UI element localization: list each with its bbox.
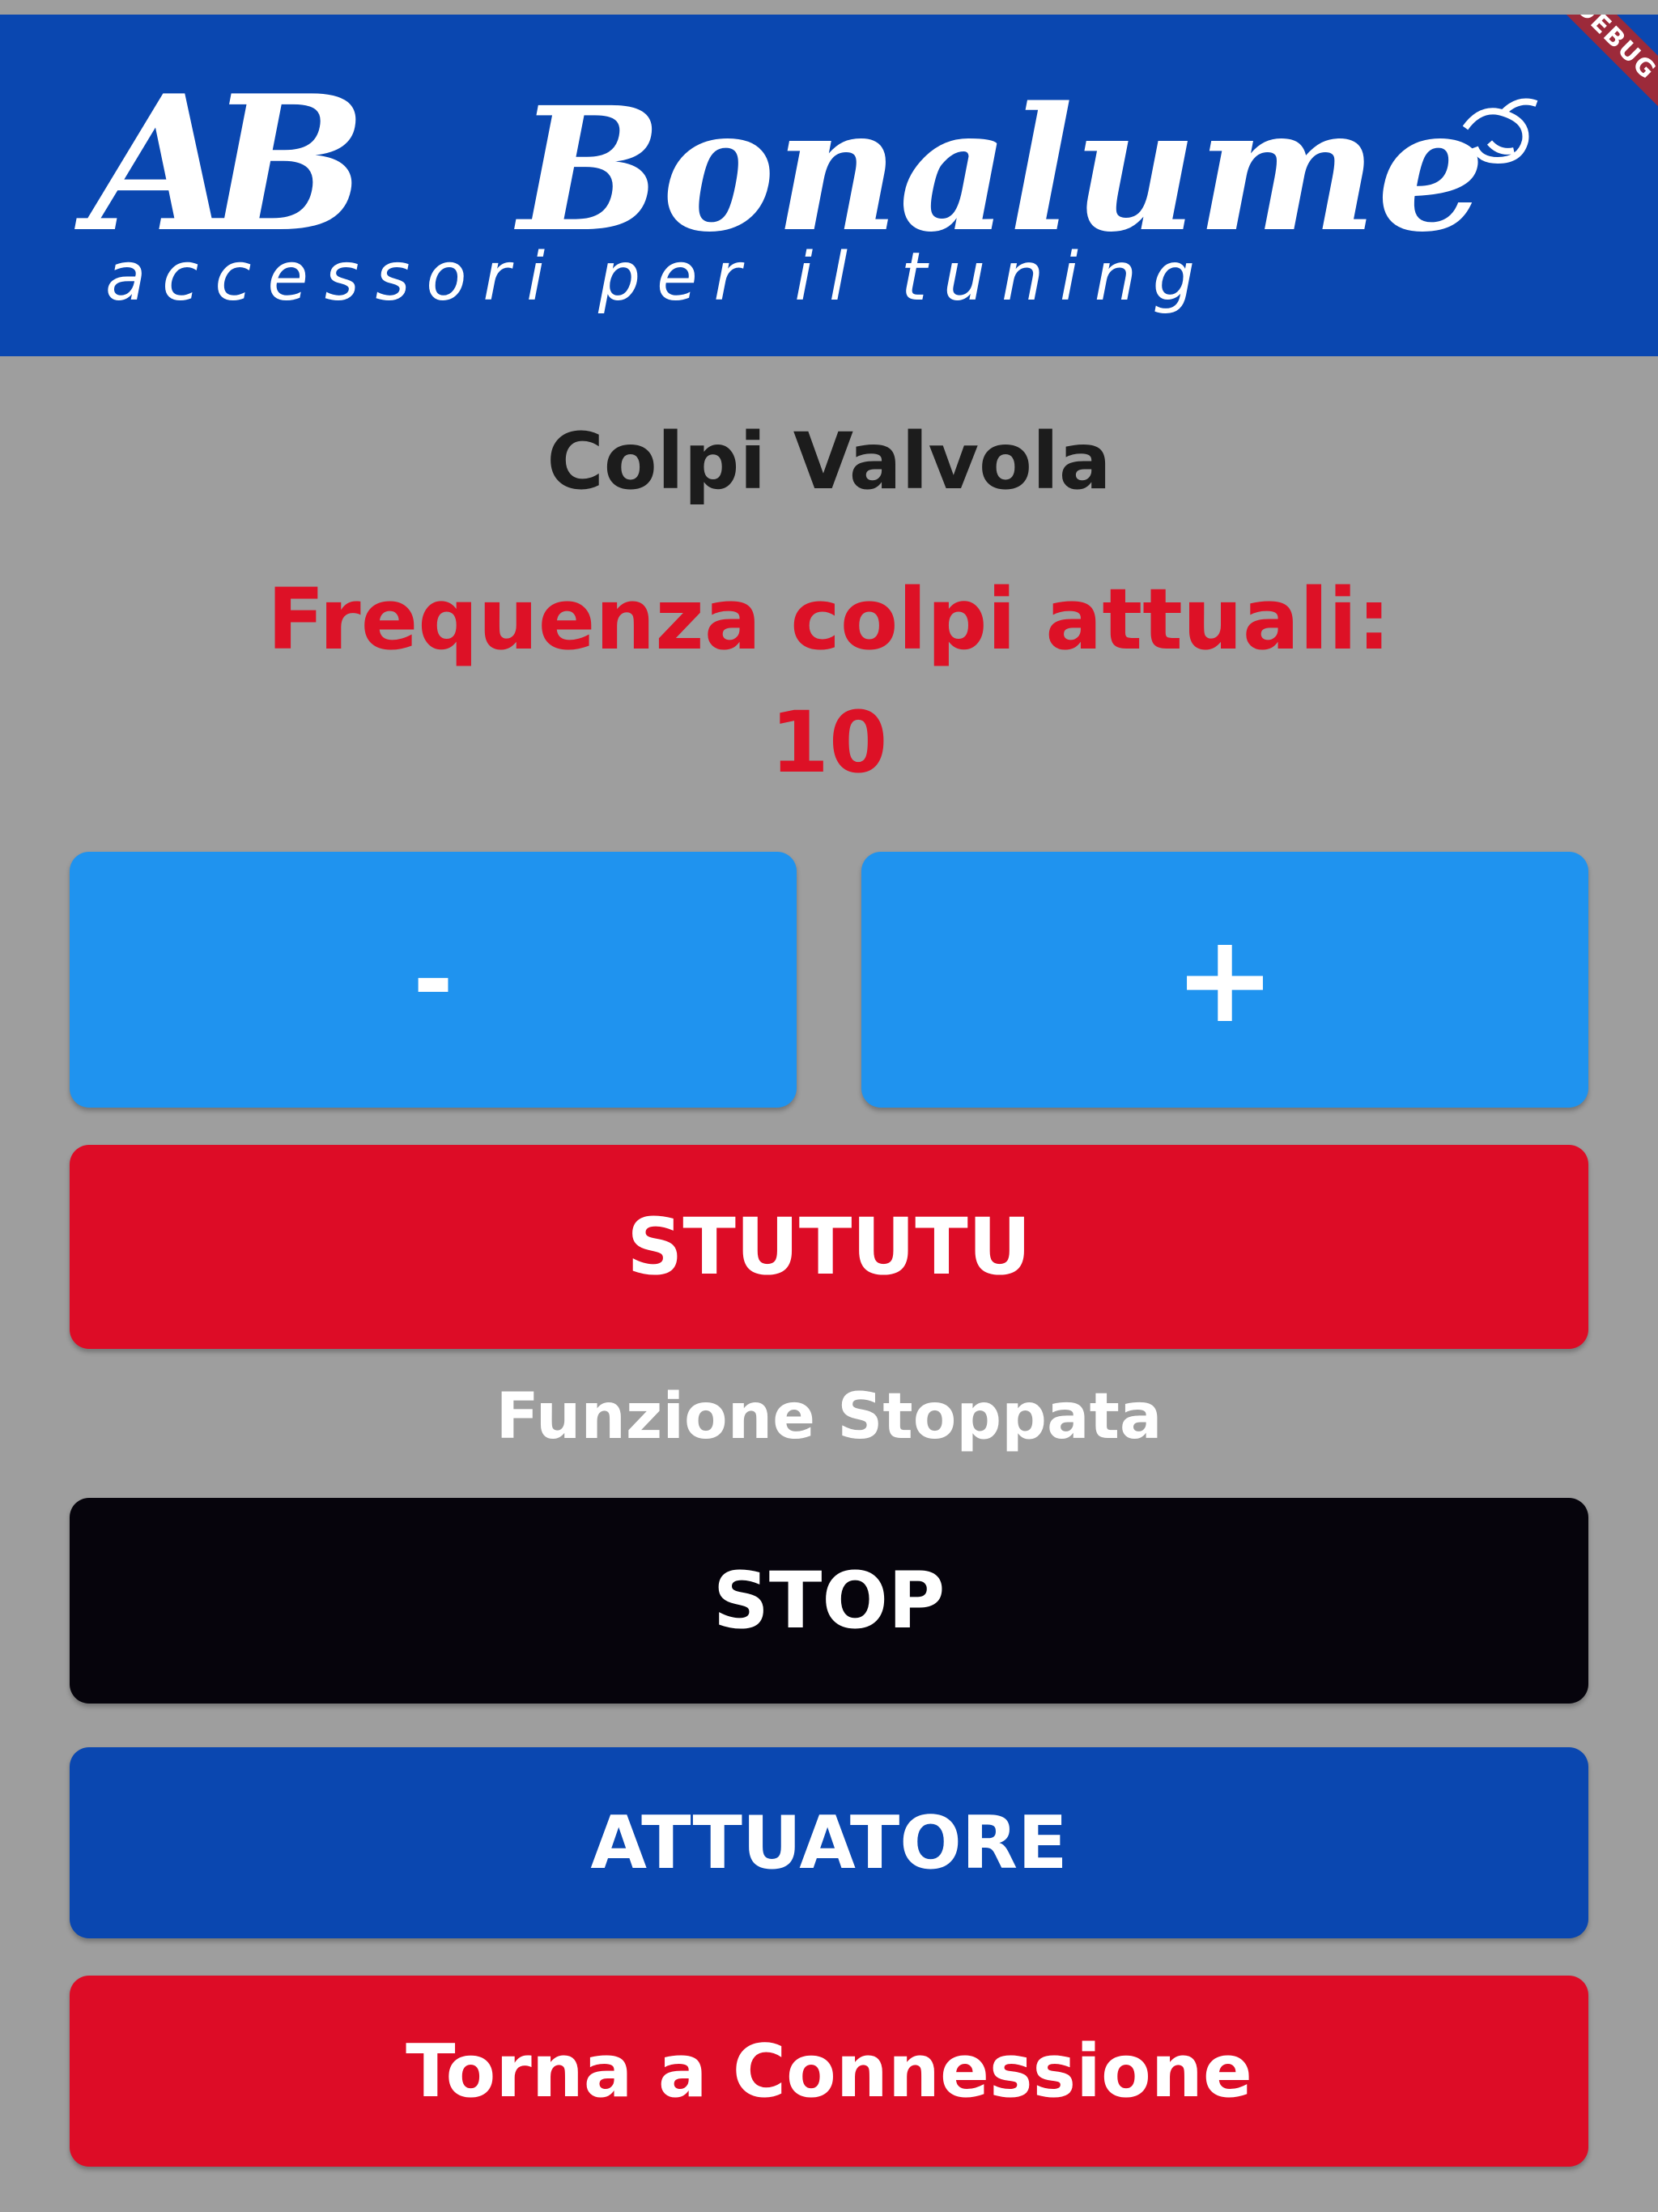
page-title: Colpi Valvola bbox=[546, 416, 1112, 507]
brand-banner: AB Bonalume accessori per il tuning DEBU… bbox=[0, 15, 1658, 356]
back-to-connection-label: Torna a Connessione bbox=[406, 2028, 1252, 2114]
decrement-label: - bbox=[413, 923, 453, 1036]
stututu-label: STUTUTU bbox=[627, 1202, 1031, 1292]
status-bar-strip bbox=[0, 0, 1658, 15]
increment-button[interactable]: + bbox=[861, 852, 1588, 1108]
brand-tagline: accessori per il tuning bbox=[105, 239, 1211, 316]
stop-label: STOP bbox=[712, 1555, 946, 1646]
back-to-connection-button[interactable]: Torna a Connessione bbox=[70, 1976, 1588, 2167]
stututu-button[interactable]: STUTUTU bbox=[70, 1145, 1588, 1349]
attuatore-label: ATTUATORE bbox=[590, 1800, 1068, 1886]
status-text: Funzione Stoppata bbox=[495, 1380, 1163, 1453]
frequency-value: 10 bbox=[770, 693, 888, 792]
frequency-label: Frequenza colpi attuali: bbox=[267, 570, 1391, 669]
decrement-button[interactable]: - bbox=[70, 852, 797, 1108]
stop-button[interactable]: STOP bbox=[70, 1498, 1588, 1704]
attuatore-button[interactable]: ATTUATORE bbox=[70, 1747, 1588, 1938]
increment-label: + bbox=[1174, 909, 1276, 1050]
brand-logo: AB Bonalume accessori per il tuning bbox=[74, 55, 1538, 316]
